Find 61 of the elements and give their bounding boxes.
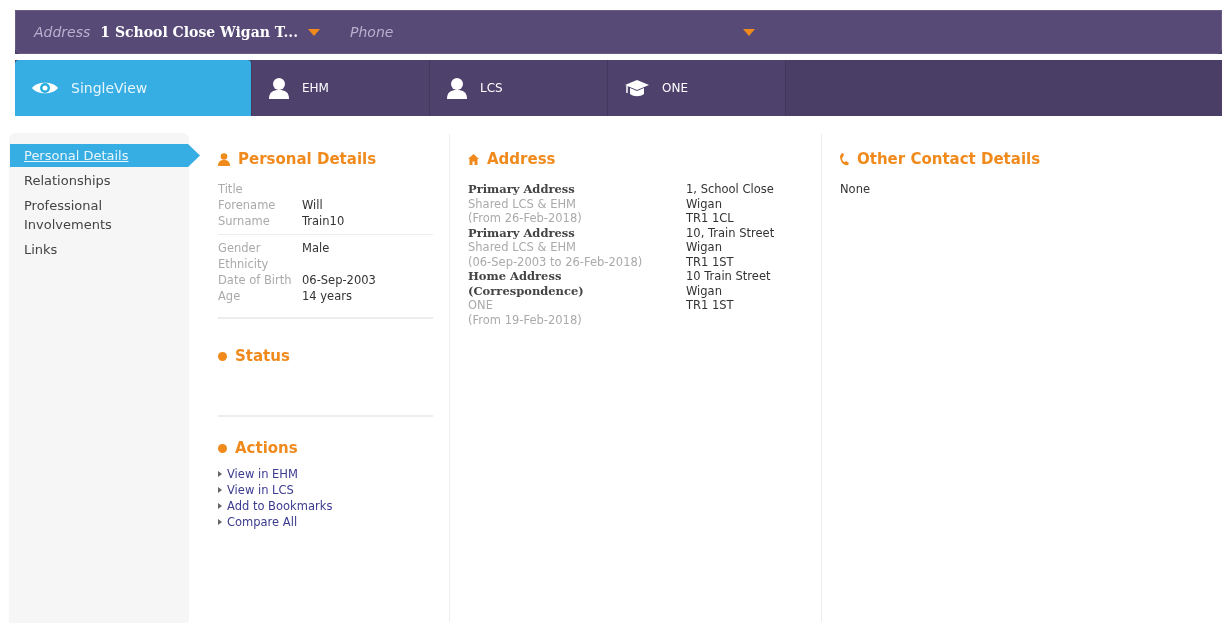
address-type: Primary Address bbox=[468, 225, 576, 240]
person-icon bbox=[446, 77, 468, 99]
person-icon bbox=[218, 152, 230, 166]
field-value: 06-Sep-2003 bbox=[302, 273, 377, 287]
action-link[interactable]: View in EHM bbox=[218, 467, 298, 481]
bullet-icon bbox=[218, 443, 227, 453]
section-title: Other Contact Details bbox=[857, 150, 1041, 168]
field-label: Title bbox=[218, 182, 244, 196]
tab[interactable]: ONE bbox=[608, 60, 786, 116]
address-value: 1 School Close Wigan T... bbox=[100, 24, 298, 40]
address-type: (Correspondence) bbox=[468, 283, 585, 298]
address-label: Address bbox=[34, 24, 91, 40]
field-value: 14 years bbox=[302, 289, 353, 303]
field-label: Age bbox=[218, 289, 242, 303]
address-period: (From 26-Feb-2018) bbox=[468, 211, 583, 226]
sidebar-item[interactable]: Relationships bbox=[10, 169, 188, 192]
sidebar-item[interactable]: Professional Involvements bbox=[10, 194, 188, 236]
tab[interactable]: LCS bbox=[430, 60, 608, 116]
section-title: Address bbox=[487, 150, 556, 168]
address-line: 10 Train Street bbox=[686, 269, 772, 284]
eye-icon bbox=[31, 80, 59, 96]
address-line: 10, Train Street bbox=[686, 225, 776, 240]
field-value: Train10 bbox=[302, 214, 346, 228]
house-icon bbox=[468, 153, 479, 165]
field-label: Surname bbox=[218, 214, 271, 228]
address-line: Wigan bbox=[686, 283, 723, 298]
address-type: Home Address bbox=[468, 269, 563, 284]
field-label: Gender bbox=[218, 241, 262, 255]
address-period: (From 19-Feb-2018) bbox=[468, 312, 583, 327]
section-title: Actions bbox=[235, 439, 298, 457]
section-title: Status bbox=[235, 347, 290, 365]
address-line: TR1 1ST bbox=[686, 254, 735, 269]
person-icon bbox=[268, 77, 290, 99]
address-type: Primary Address bbox=[468, 182, 576, 197]
address-line: Wigan bbox=[686, 196, 723, 211]
section-title: Personal Details bbox=[238, 150, 377, 168]
address-period: (06-Sep-2003 to 26-Feb-2018) bbox=[468, 254, 644, 269]
field-value: Will bbox=[302, 198, 324, 212]
bullet-icon bbox=[218, 351, 227, 361]
contact-value: None bbox=[840, 182, 871, 196]
graduation-cap-icon bbox=[624, 79, 650, 97]
field-label: Ethnicity bbox=[218, 257, 270, 271]
field-label: Forename bbox=[218, 198, 277, 212]
action-link[interactable]: View in LCS bbox=[218, 483, 294, 497]
field-label: Date of Birth bbox=[218, 273, 293, 287]
phone-icon bbox=[840, 152, 849, 166]
dropdown-caret-icon[interactable] bbox=[743, 28, 756, 36]
sidebar-item[interactable]: Links bbox=[10, 238, 188, 261]
address-line: TR1 1ST bbox=[686, 298, 735, 313]
action-link[interactable]: Compare All bbox=[218, 515, 298, 529]
action-link[interactable]: Add to Bookmarks bbox=[218, 499, 333, 513]
address-source: Shared LCS & EHM bbox=[468, 240, 577, 255]
dropdown-caret-icon[interactable] bbox=[308, 28, 320, 36]
address-line: 1, School Close bbox=[686, 182, 775, 197]
field-value: Male bbox=[302, 241, 331, 255]
tab[interactable]: EHM bbox=[252, 60, 430, 116]
address-source: Shared LCS & EHM bbox=[468, 196, 577, 211]
address-line: Wigan bbox=[686, 240, 723, 255]
address-line: TR1 1CL bbox=[686, 211, 735, 226]
address-source: ONE bbox=[468, 298, 494, 313]
phone-label: Phone bbox=[350, 24, 394, 40]
